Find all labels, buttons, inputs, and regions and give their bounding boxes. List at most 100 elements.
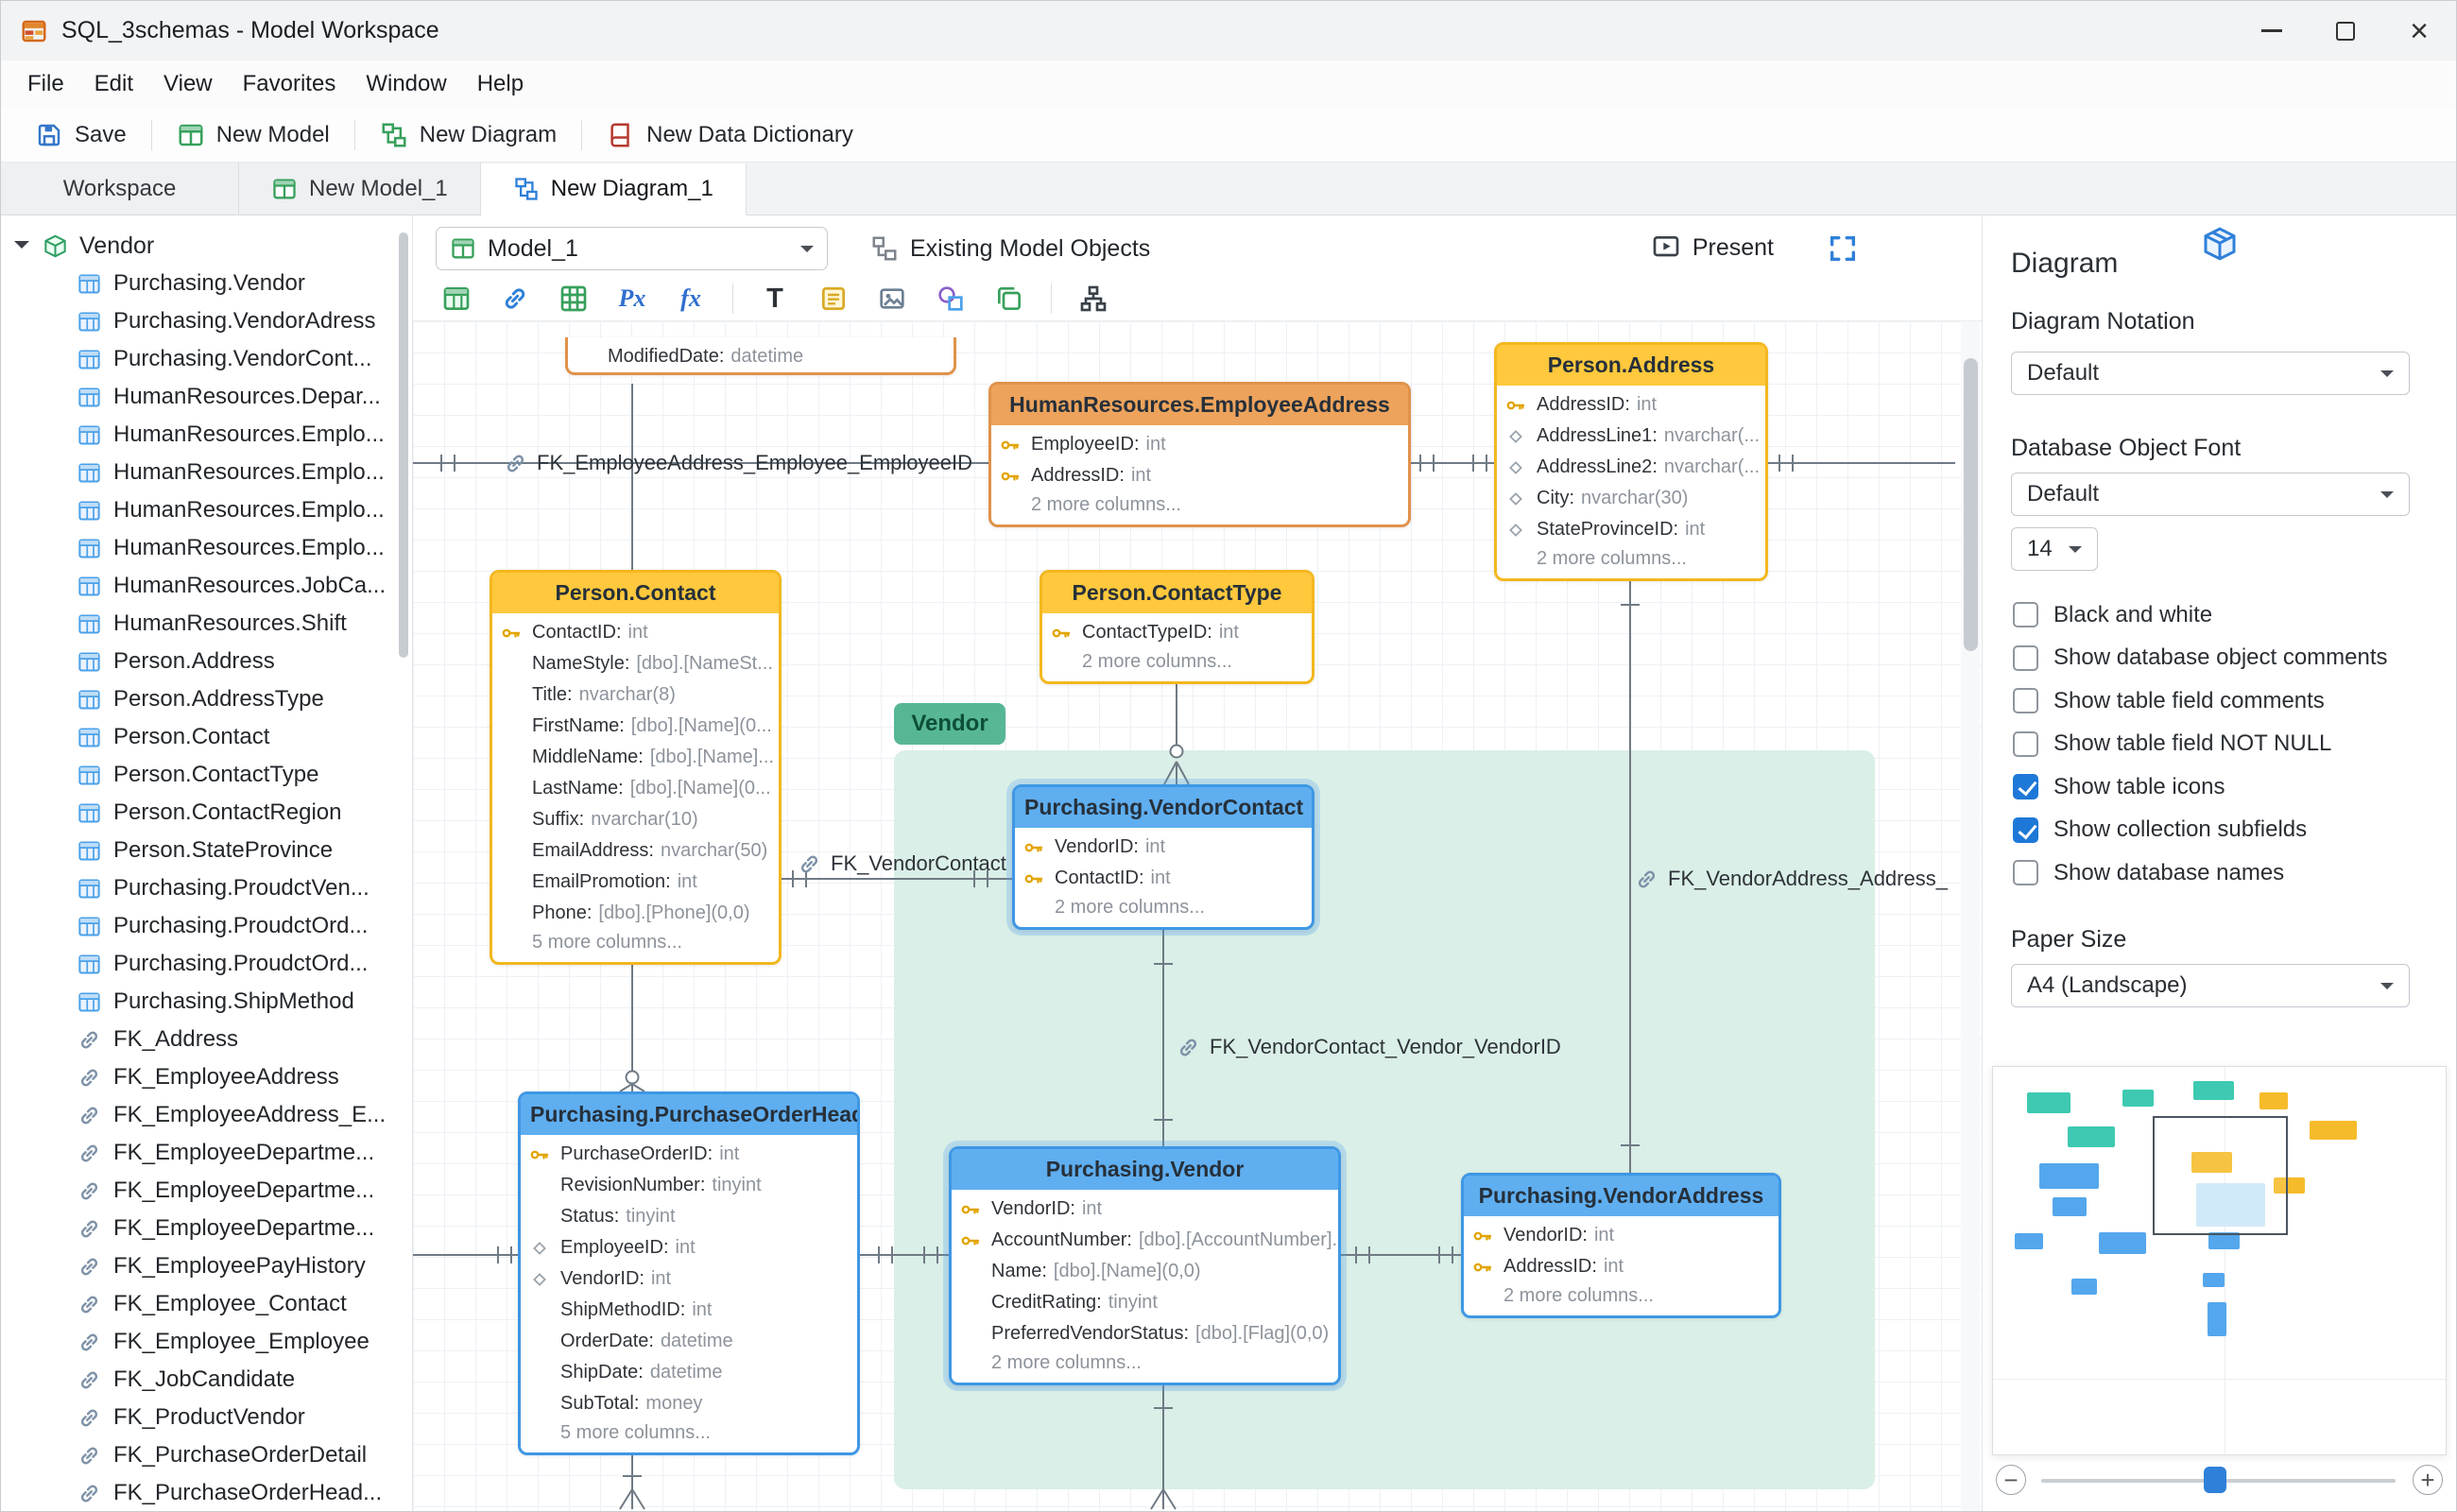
er-field[interactable]: AddressID int — [1464, 1251, 1778, 1282]
maximize-button[interactable] — [2309, 1, 2382, 60]
er-field[interactable]: OrderDate datetime — [521, 1326, 857, 1357]
er-field[interactable]: VendorID int — [1015, 832, 1312, 863]
present-button[interactable]: Present — [1651, 232, 1774, 263]
tab-new-model-1[interactable]: New Model_1 — [239, 163, 481, 215]
more-columns[interactable]: 5 more columns... — [521, 1419, 857, 1452]
database-object-font-dropdown[interactable]: Default — [2011, 472, 2410, 516]
more-columns[interactable]: 2 more columns... — [991, 491, 1408, 524]
tree-item[interactable]: FK_Address — [1, 1021, 412, 1058]
minimap-viewport[interactable] — [2153, 1116, 2288, 1235]
table-icon[interactable] — [439, 282, 473, 316]
er-field[interactable]: VendorID int — [1464, 1220, 1778, 1251]
tree-item[interactable]: FK_EmployeeDepartme... — [1, 1210, 412, 1247]
relationship-label[interactable]: FK_VendorAddress_Address_ — [1634, 862, 1948, 896]
er-table[interactable]: Purchasing.PurchaseOrderHeader PurchaseO… — [518, 1091, 860, 1455]
er-field[interactable]: ContactID int — [492, 617, 779, 648]
more-columns[interactable]: 2 more columns... — [952, 1349, 1338, 1383]
fullscreen-button[interactable] — [1827, 232, 1859, 265]
paper-size-dropdown[interactable]: A4 (Landscape) — [2011, 964, 2410, 1007]
er-table[interactable]: Person.Contact ContactID: int NameStyle… — [490, 570, 782, 965]
canvas-scrollbar[interactable] — [1964, 358, 1978, 651]
save-button[interactable]: Save — [24, 115, 138, 155]
er-field[interactable]: EmployeeID int — [521, 1232, 857, 1263]
tree-item[interactable]: FK_EmployeeAddress_E... — [1, 1096, 412, 1134]
er-table-header[interactable]: Purchasing.Vendor — [952, 1149, 1338, 1190]
tree-item[interactable]: Purchasing.Vendor — [1, 265, 412, 302]
er-table[interactable]: Purchasing.Vendor VendorID: int Account… — [949, 1146, 1341, 1385]
display-option-checkbox[interactable]: Black and white — [1983, 593, 2456, 637]
er-field[interactable]: AccountNumber [dbo].[AccountNumber]... — [952, 1225, 1338, 1256]
zoom-slider-handle[interactable] — [2204, 1467, 2226, 1493]
menu-item[interactable]: View — [148, 65, 228, 103]
er-field[interactable]: Title nvarchar(8) — [492, 679, 779, 711]
auto-layout-icon[interactable] — [1076, 282, 1110, 316]
er-field[interactable]: ContactTypeID int — [1042, 617, 1312, 648]
er-field[interactable]: AddressLine2 nvarchar(... — [1497, 452, 1765, 483]
note-icon[interactable] — [816, 282, 850, 316]
er-table-header[interactable]: Purchasing.VendorAddress — [1464, 1176, 1778, 1216]
more-columns[interactable]: 2 more columns... — [1042, 648, 1312, 681]
tree-item[interactable]: FK_PurchaseOrderHead... — [1, 1474, 412, 1511]
er-field[interactable]: RevisionNumber tinyint — [521, 1170, 857, 1201]
new-data-dictionary-button[interactable]: New Data Dictionary — [595, 115, 865, 155]
existing-model-objects[interactable]: Existing Model Objects — [870, 234, 1150, 263]
er-table[interactable]: Person.Address AddressID: int AddressLi… — [1494, 342, 1768, 581]
diagram-notation-dropdown[interactable]: Default — [2011, 352, 2410, 395]
minimize-button[interactable] — [2235, 1, 2309, 60]
tree-item[interactable]: HumanResources.JobCa... — [1, 567, 412, 605]
er-table[interactable]: ModifiedDate datetime — [565, 337, 956, 375]
menu-item[interactable]: Edit — [79, 65, 148, 103]
er-table-header[interactable]: Purchasing.PurchaseOrderHeader — [521, 1094, 857, 1135]
er-field[interactable]: PurchaseOrderID int — [521, 1139, 857, 1170]
tree-item[interactable]: HumanResources.Emplo... — [1, 529, 412, 567]
shape-icon[interactable] — [934, 282, 968, 316]
er-field[interactable]: PreferredVendorStatus [dbo].[Flag](0,0) — [952, 1318, 1338, 1349]
relationship-icon[interactable] — [498, 282, 532, 316]
tree-item[interactable]: Person.ContactType — [1, 756, 412, 794]
parameter-icon[interactable]: Px — [615, 282, 649, 316]
er-field[interactable]: NameStyle [dbo].[NameSt... — [492, 648, 779, 679]
er-table-header[interactable]: Purchasing.VendorContact — [1015, 787, 1312, 828]
tree-item[interactable]: Person.ContactRegion — [1, 794, 412, 832]
er-table[interactable]: HumanResources.EmployeeAddress EmployeeI… — [988, 382, 1411, 527]
relationship-label[interactable]: FK_EmployeeAddress_Employee_EmployeeID — [503, 446, 972, 480]
close-button[interactable]: × — [2382, 1, 2456, 60]
more-columns[interactable]: 2 more columns... — [1497, 545, 1765, 578]
menu-item[interactable]: File — [12, 65, 79, 103]
display-option-checkbox[interactable]: Show collection subfields — [1983, 809, 2456, 852]
tree-item[interactable]: FK_JobCandidate — [1, 1361, 412, 1399]
er-field[interactable]: Name [dbo].[Name](0,0) — [952, 1256, 1338, 1287]
tree-item[interactable]: Purchasing.ProudctOrd... — [1, 907, 412, 945]
tree-item[interactable]: FK_ProductVendor — [1, 1399, 412, 1436]
font-size-dropdown[interactable]: 14 — [2011, 527, 2098, 571]
function-icon[interactable]: fx — [674, 282, 708, 316]
duplicate-icon[interactable] — [992, 282, 1026, 316]
new-model-button[interactable]: New Model — [165, 115, 341, 155]
er-table-header[interactable]: Person.Address — [1497, 345, 1765, 386]
display-option-checkbox[interactable]: Show database object comments — [1983, 637, 2456, 680]
tree-item[interactable]: HumanResources.Shift — [1, 605, 412, 643]
relationship-label[interactable]: FK_VendorContact — [797, 847, 1006, 881]
sidebar-scrollbar[interactable] — [399, 232, 408, 658]
tree-item[interactable]: Purchasing.ProudctVen... — [1, 869, 412, 907]
er-field[interactable]: AddressID int — [991, 460, 1408, 491]
er-table-header[interactable]: HumanResources.EmployeeAddress — [991, 385, 1408, 425]
er-field[interactable]: EmployeeID int — [991, 429, 1408, 460]
er-field[interactable]: LastName [dbo].[Name](0... — [492, 773, 779, 804]
er-field[interactable]: Status tinyint — [521, 1201, 857, 1232]
tree-item[interactable]: HumanResources.Emplo... — [1, 491, 412, 529]
er-field[interactable]: EmailAddress nvarchar(50) — [492, 835, 779, 867]
er-field[interactable]: FirstName [dbo].[Name](0... — [492, 711, 779, 742]
tree-item[interactable]: Purchasing.ShipMethod — [1, 983, 412, 1021]
er-field[interactable]: City nvarchar(30) — [1497, 483, 1765, 514]
tree-item[interactable]: FK_Employee_Contact — [1, 1285, 412, 1323]
tab-workspace[interactable]: Workspace — [1, 163, 239, 215]
tree-item[interactable]: Person.Address — [1, 643, 412, 680]
model-selector-dropdown[interactable]: Model_1 — [436, 227, 828, 270]
display-option-checkbox[interactable]: Show database names — [1983, 851, 2456, 895]
zoom-in-button[interactable]: + — [2413, 1465, 2443, 1495]
tree-item[interactable]: Purchasing.VendorCont... — [1, 340, 412, 378]
er-field[interactable]: MiddleName [dbo].[Name]... — [492, 742, 779, 773]
tree-item[interactable]: HumanResources.Emplo... — [1, 416, 412, 454]
er-field[interactable]: ContactID int — [1015, 863, 1312, 894]
